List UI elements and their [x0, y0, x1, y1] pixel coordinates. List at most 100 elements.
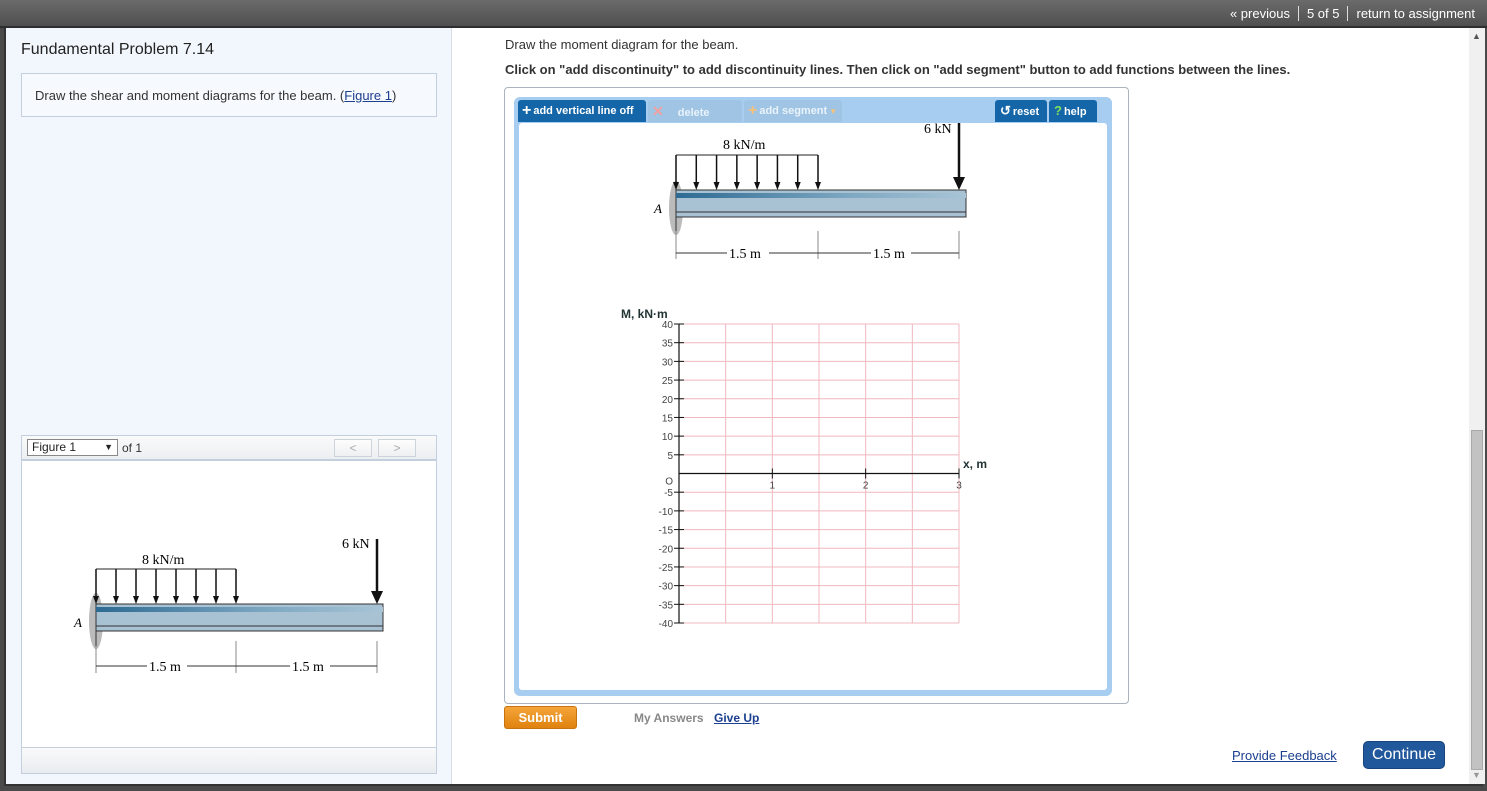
- give-up-link[interactable]: Give Up: [714, 711, 759, 725]
- moment-chart[interactable]: 40 35 30 25 20 15 10 5 O-5 -10 -15 -20 -25 -30 -35 -40 1…: [659, 320, 963, 630]
- x-tick-label: 1: [770, 481, 776, 492]
- scroll-down-icon[interactable]: ▼: [1472, 770, 1481, 780]
- question-instructions: Click on "add discontinuity" to add disc…: [505, 62, 1291, 77]
- beam-figure: 8 kN/m 6 kN A 1.5 m 1.5 m: [73, 537, 384, 675]
- y-tick-label: -30: [659, 582, 674, 593]
- figure-link[interactable]: Figure 1: [344, 88, 392, 103]
- y-tick-label: -20: [659, 544, 674, 555]
- content-frame: Fundamental Problem 7.14 Draw the shear …: [4, 28, 1485, 786]
- y-tick-label: O: [665, 477, 673, 488]
- help-label: help: [1063, 106, 1087, 118]
- tool-frame: + add vertical line off ✕ delete + add segm…: [514, 97, 1112, 696]
- y-tick-label: -40: [659, 619, 674, 630]
- y-tick-label: 10: [662, 432, 674, 443]
- moment-diagram-svg[interactable]: 8 kN/m 6 kN A 1.5 m 1.5 m 40353025201510…: [519, 122, 1107, 690]
- figure-select-value: Figure 1: [32, 440, 77, 454]
- my-answers-link[interactable]: My Answers: [634, 711, 704, 725]
- top-navigation: « previous 5 of 5 return to assignment: [1230, 6, 1475, 21]
- load-arrowhead: [113, 596, 119, 604]
- load-arrowhead: [733, 182, 740, 190]
- dimension-label-2: 1.5 m: [873, 247, 905, 262]
- question-text: Draw the moment diagram for the beam.: [505, 37, 739, 52]
- position-indicator: 5 of 5: [1306, 6, 1340, 21]
- scroll-up-icon[interactable]: ▲: [1472, 31, 1481, 41]
- figure-count: of 1: [122, 441, 143, 455]
- y-tick-label: 30: [662, 357, 674, 368]
- previous-figure-button[interactable]: <: [334, 439, 372, 457]
- scroll-thumb[interactable]: [1471, 430, 1483, 770]
- submit-button[interactable]: Submit: [504, 706, 577, 729]
- y-tick-label: 40: [662, 320, 674, 331]
- top-bar: « previous 5 of 5 return to assignment: [0, 0, 1487, 28]
- delete-label: delete: [677, 107, 710, 119]
- point-load-arrowhead: [371, 591, 383, 604]
- load-arrowhead: [815, 182, 821, 190]
- return-to-assignment-link[interactable]: return to assignment: [1356, 6, 1475, 21]
- load-arrowhead: [213, 596, 219, 604]
- x-tick-label: 2: [863, 481, 869, 492]
- add-vertical-line-label: add vertical line off: [533, 105, 634, 117]
- y-tick-label: 20: [662, 395, 674, 406]
- plus-icon: +: [748, 102, 758, 119]
- y-tick-label: -15: [659, 526, 674, 537]
- continue-button[interactable]: Continue: [1363, 741, 1445, 769]
- next-figure-button[interactable]: >: [378, 439, 416, 457]
- y-tick-label: 35: [662, 339, 674, 350]
- scrollbar[interactable]: ▲ ▼: [1469, 28, 1485, 784]
- dimension-label-1: 1.5 m: [729, 247, 761, 262]
- dimension-label-1: 1.5 m: [149, 660, 181, 675]
- load-arrowhead: [693, 182, 700, 190]
- provide-feedback-link[interactable]: Provide Feedback: [1232, 748, 1337, 763]
- load-arrowhead: [153, 596, 159, 604]
- load-arrowhead: [713, 182, 720, 190]
- y-axis-label: M, kN·m: [621, 307, 668, 321]
- x-axis-label: x, m: [963, 457, 987, 471]
- load-arrowhead: [754, 182, 761, 190]
- reset-icon: ↺: [1000, 103, 1011, 118]
- add-vertical-line-button[interactable]: + add vertical line off: [518, 100, 646, 122]
- beam-flange: [96, 607, 383, 612]
- problem-pane: Fundamental Problem 7.14 Draw the shear …: [6, 28, 452, 784]
- distributed-load-arrows: [93, 569, 239, 604]
- support-label: A: [653, 201, 662, 216]
- load-arrowhead: [133, 596, 139, 604]
- drawing-canvas[interactable]: 8 kN/m 6 kN A 1.5 m 1.5 m 40 35 30 25 20 15 1: [519, 122, 1107, 690]
- prompt-close: ): [391, 88, 397, 103]
- help-button[interactable]: ? help: [1049, 100, 1097, 122]
- divider: [1347, 6, 1349, 21]
- delete-button[interactable]: ✕ delete: [648, 100, 742, 122]
- figure-select[interactable]: Figure 1 ▼: [27, 439, 118, 456]
- figure-toolbar: Figure 1 ▼ of 1 < >: [21, 435, 437, 460]
- previous-link[interactable]: « previous: [1230, 6, 1290, 21]
- help-icon: ?: [1054, 103, 1062, 118]
- reset-button[interactable]: ↺ reset: [995, 100, 1047, 122]
- y-tick-label: 25: [662, 376, 674, 387]
- figure-footer: [21, 748, 437, 774]
- divider: [1297, 6, 1299, 21]
- reset-label: reset: [1012, 106, 1040, 118]
- y-tick-label: -25: [659, 563, 674, 574]
- prompt-text: Draw the shear and moment diagrams for t…: [35, 88, 345, 103]
- distributed-load-label: 8 kN/m: [142, 553, 185, 568]
- y-tick-label: -35: [659, 600, 674, 611]
- moment-diagram-tool: + add vertical line off ✕ delete + add segm…: [504, 87, 1129, 704]
- problem-prompt: Draw the shear and moment diagrams for t…: [21, 73, 437, 117]
- add-segment-button[interactable]: + add segment ▼: [744, 100, 842, 122]
- dimension-label-2: 1.5 m: [292, 660, 324, 675]
- distributed-load-label: 8 kN/m: [723, 138, 766, 153]
- support-label: A: [73, 615, 82, 630]
- point-load-label: 6 kN: [924, 123, 952, 137]
- load-arrowhead: [774, 182, 781, 190]
- delete-x-icon: ✕: [652, 103, 664, 119]
- load-arrowhead: [794, 182, 801, 190]
- y-tick-label: 15: [662, 413, 674, 424]
- figure-viewer: 8 kN/m 6 kN A 1.5 m 1.5 m: [21, 460, 437, 748]
- point-load-label: 6 kN: [342, 537, 370, 552]
- beam-flange: [676, 193, 966, 198]
- distributed-load-arrows: [673, 155, 821, 190]
- plus-icon: +: [522, 102, 532, 119]
- load-arrowhead: [233, 596, 239, 604]
- point-load-arrowhead: [953, 177, 965, 190]
- y-tick-label: 5: [667, 451, 673, 462]
- load-arrowhead: [193, 596, 199, 604]
